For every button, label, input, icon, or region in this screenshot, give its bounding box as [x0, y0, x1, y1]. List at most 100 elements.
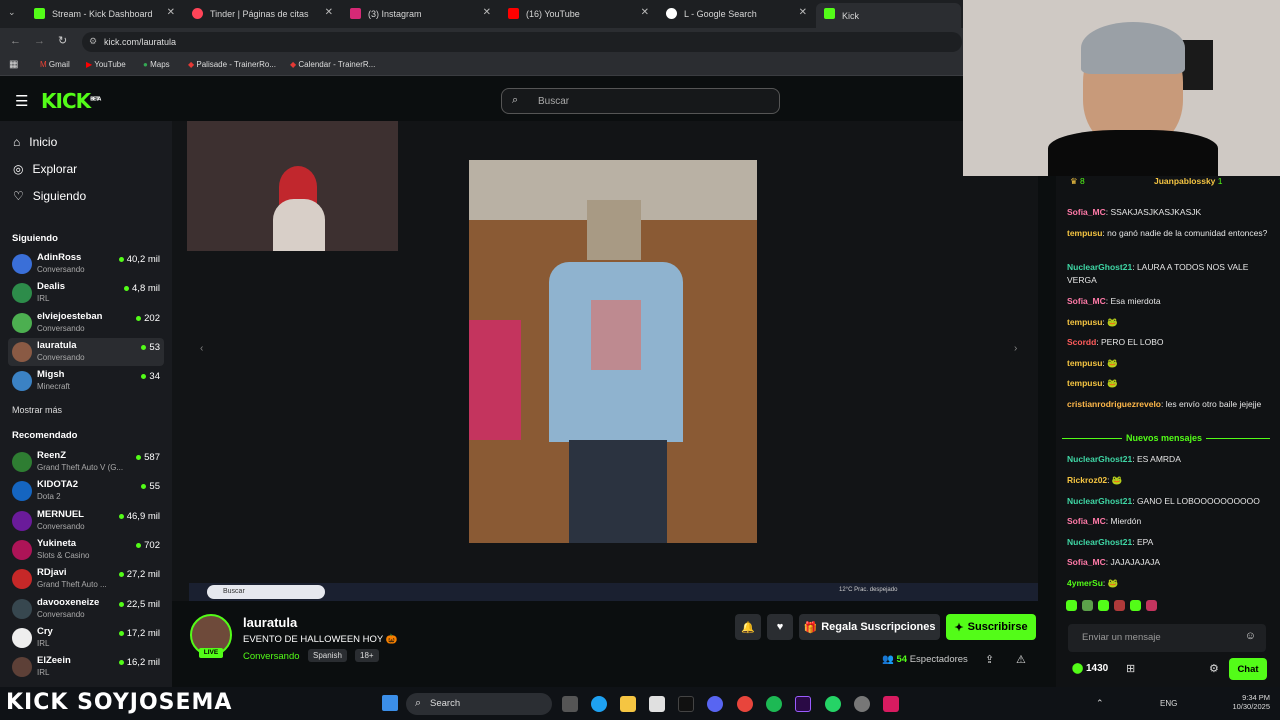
tab-google-search[interactable]: L - Google Search ✕	[658, 3, 813, 25]
file-explorer-icon[interactable]	[620, 696, 636, 712]
nav-home[interactable]: ⌂ Inicio	[13, 135, 57, 149]
chat-username[interactable]: tempusu	[1067, 228, 1102, 238]
tag-language[interactable]: Spanish	[308, 649, 347, 662]
chat-username[interactable]: tempusu	[1067, 378, 1102, 388]
back-icon[interactable]: ←	[10, 35, 21, 47]
channel-item-mernuel[interactable]: MERNUEL Conversando 46,9 mil	[8, 507, 164, 535]
chat-username[interactable]: NuclearGhost21	[1067, 454, 1132, 464]
app-icon[interactable]	[854, 696, 870, 712]
channel-points[interactable]: ⬤ 1430	[1072, 663, 1108, 674]
close-tab-icon[interactable]: ✕	[641, 7, 649, 18]
tray-chevron-icon[interactable]: ⌃	[1096, 698, 1104, 709]
emote-icon[interactable]	[1114, 600, 1125, 611]
video-player[interactable]: ‹ › Buscar 12°C Prac. despejado	[172, 121, 1038, 601]
channel-item-davooxeneize[interactable]: davooxeneize Conversando 22,5 mil	[8, 595, 164, 623]
report-icon[interactable]: ⚠	[1016, 653, 1026, 666]
tab-kick-dashboard[interactable]: Stream - Kick Dashboard ✕	[26, 3, 181, 25]
chat-username[interactable]: 4ymerSu	[1067, 578, 1103, 588]
chat-username[interactable]: Sofia_MC	[1067, 557, 1106, 567]
tab-search-icon[interactable]: ⌄	[8, 7, 16, 18]
channel-item-yukineta[interactable]: Yukineta Slots & Casino 702	[8, 536, 164, 564]
next-arrow-icon[interactable]: ›	[1014, 343, 1017, 354]
tiktok-studio-icon[interactable]	[883, 696, 899, 712]
bookmark-youtube[interactable]: ▶ YouTube	[86, 60, 126, 69]
channel-item-rdjavi[interactable]: RDjavi Grand Theft Auto ... 27,2 mil	[8, 565, 164, 593]
channel-item-elzeein[interactable]: ElZeein IRL 16,2 mil	[8, 653, 164, 681]
close-tab-icon[interactable]: ✕	[167, 7, 175, 18]
chat-username[interactable]: Rickroz02	[1067, 475, 1107, 485]
close-tab-icon[interactable]: ✕	[799, 7, 807, 18]
site-info-icon[interactable]: ⚙	[89, 36, 97, 47]
close-tab-icon[interactable]: ✕	[483, 7, 491, 18]
reload-icon[interactable]: ↻	[58, 34, 67, 47]
bookmark-maps[interactable]: ● Maps	[143, 60, 170, 69]
chat-username[interactable]: cristianrodriguezrevelo	[1067, 399, 1161, 409]
chat-username[interactable]: NuclearGhost21	[1067, 496, 1132, 506]
emote-icon[interactable]	[1098, 600, 1109, 611]
chat-username[interactable]: tempusu	[1067, 317, 1102, 327]
bookmark-palisade[interactable]: ◆ Palisade - TrainerRo...	[188, 60, 276, 69]
notifications-button[interactable]: 🔔	[735, 614, 761, 640]
discord-icon[interactable]	[707, 696, 723, 712]
chat-username[interactable]: NuclearGhost21	[1067, 262, 1132, 272]
tab-youtube[interactable]: (16) YouTube ✕	[500, 3, 655, 25]
stream-category[interactable]: Conversando	[243, 651, 300, 662]
store-app-icon[interactable]	[649, 696, 665, 712]
premiere-icon[interactable]	[795, 696, 811, 712]
whatsapp-icon[interactable]	[825, 696, 841, 712]
channel-item-elviejoesteban[interactable]: elviejoesteban Conversando 202	[8, 309, 164, 337]
edge-icon[interactable]	[591, 696, 607, 712]
chat-username[interactable]: NuclearGhost21	[1067, 537, 1132, 547]
task-view-icon[interactable]	[562, 696, 578, 712]
channel-item-kidota2[interactable]: KIDOTA2 Dota 2 55	[8, 477, 164, 505]
follow-button[interactable]: ♥	[767, 614, 793, 640]
nav-following[interactable]: ♡ Siguiendo	[13, 189, 86, 203]
spotify-icon[interactable]	[766, 696, 782, 712]
show-more-link[interactable]: Mostrar más	[12, 405, 62, 415]
tab-tinder[interactable]: Tinder | Páginas de citas ✕	[184, 3, 339, 25]
emote-icon[interactable]	[1146, 600, 1157, 611]
emote-icon[interactable]	[1082, 600, 1093, 611]
chat-top-user[interactable]: Juanpablossky 1	[1154, 176, 1223, 186]
tab-kick-active[interactable]: Kick	[816, 3, 961, 28]
emoji-icon[interactable]: ☺	[1245, 630, 1256, 642]
taskbar-search[interactable]: ⌕ Search	[406, 693, 552, 715]
subscribe-button[interactable]: ✦ Suscribirse	[946, 614, 1036, 640]
forward-icon[interactable]: →	[34, 35, 45, 47]
channel-item-dealis[interactable]: Dealis IRL 4,8 mil	[8, 279, 164, 307]
chrome-icon[interactable]	[737, 696, 753, 712]
chat-username[interactable]: tempusu	[1067, 358, 1102, 368]
emote-icon[interactable]	[1130, 600, 1141, 611]
apps-grid-icon[interactable]: ▦	[9, 59, 18, 70]
channel-item-reenz[interactable]: ReenZ Grand Theft Auto V (G... 587	[8, 448, 164, 476]
chat-username[interactable]: Sofia_MC	[1067, 516, 1106, 526]
settings-gear-icon[interactable]: ⚙	[1209, 662, 1219, 675]
chat-username[interactable]: Scordd	[1067, 337, 1096, 347]
store-icon[interactable]: ⊞	[1126, 662, 1135, 675]
nav-explore[interactable]: ◎ Explorar	[13, 162, 77, 176]
bookmark-calendar[interactable]: ◆ Calendar - TrainerR...	[290, 60, 375, 69]
close-tab-icon[interactable]: ✕	[325, 7, 333, 18]
windows-start-icon[interactable]	[382, 695, 398, 711]
chat-message-input[interactable]: Enviar un mensaje ☺	[1068, 624, 1266, 652]
chat-username[interactable]: Sofia_MC	[1067, 207, 1106, 217]
clock[interactable]: 9:34 PM 10/30/2025	[1222, 693, 1270, 711]
channel-item-cry[interactable]: Cry IRL 17,2 mil	[8, 624, 164, 652]
url-field[interactable]: ⚙ kick.com/lauratula	[82, 32, 962, 52]
tiktok-icon[interactable]	[678, 696, 694, 712]
share-icon[interactable]: ⇪	[985, 653, 994, 666]
prev-arrow-icon[interactable]: ‹	[200, 343, 203, 354]
hamburger-menu-icon[interactable]: ☰	[15, 92, 28, 110]
chat-username[interactable]: Sofia_MC	[1067, 296, 1106, 306]
kick-logo[interactable]: KICKBETA	[41, 89, 101, 113]
bookmark-gmail[interactable]: M Gmail	[40, 60, 70, 69]
gift-subs-button[interactable]: 🎁 Regala Suscripciones	[799, 614, 940, 640]
send-chat-button[interactable]: Chat	[1229, 658, 1267, 680]
channel-item-adinross[interactable]: AdinRoss Conversando 40,2 mil	[8, 250, 164, 278]
tab-instagram[interactable]: (3) Instagram ✕	[342, 3, 497, 25]
search-input[interactable]: ⌕ Buscar	[501, 88, 780, 114]
channel-item-migsh[interactable]: Migsh Minecraft 34	[8, 367, 164, 395]
language-indicator[interactable]: ENG	[1160, 699, 1177, 708]
streamer-name[interactable]: lauratula	[243, 615, 297, 630]
emote-icon[interactable]	[1066, 600, 1077, 611]
